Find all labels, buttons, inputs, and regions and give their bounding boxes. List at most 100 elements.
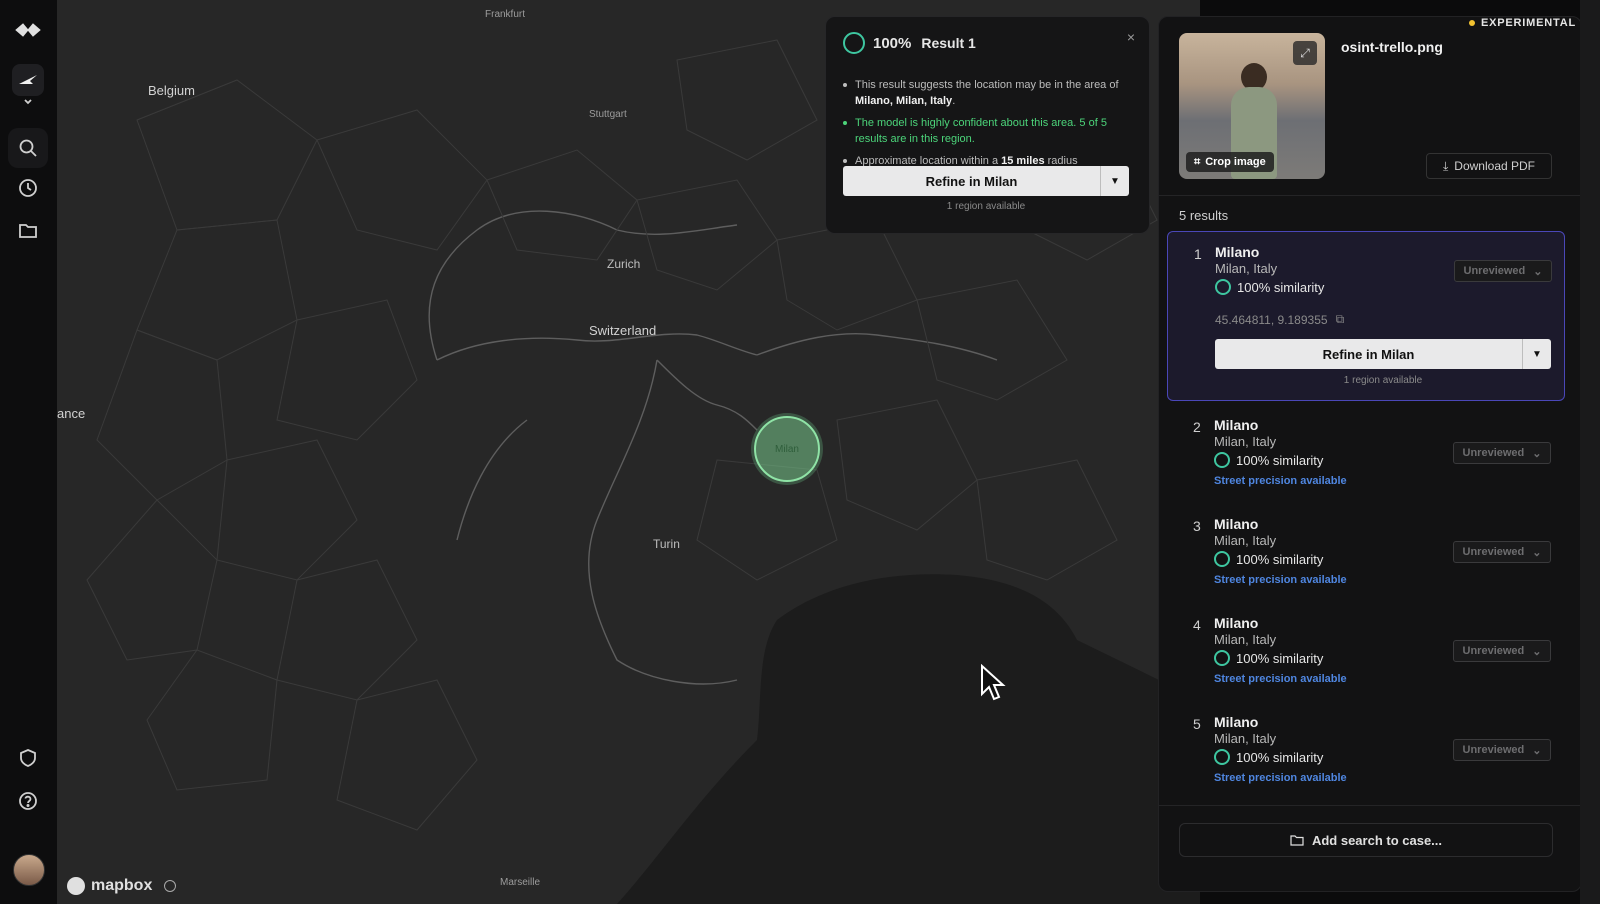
similarity-label: 100% similarity bbox=[1236, 650, 1324, 666]
image-filename: osint-trello.png bbox=[1341, 39, 1443, 55]
result-location: Milan, Italy bbox=[1215, 261, 1278, 276]
result-card-1[interactable]: 1 Milano Milan, Italy 100% similarity Un… bbox=[1167, 231, 1565, 401]
result-title: Milano bbox=[1215, 244, 1260, 260]
result-title: Milano bbox=[1214, 516, 1259, 532]
map-label-frankfurt: Frankfurt bbox=[485, 9, 526, 20]
result-similarity: 100% similarity bbox=[1214, 551, 1323, 567]
street-precision-link[interactable]: Street precision available bbox=[1214, 673, 1347, 685]
folder-icon[interactable] bbox=[14, 217, 42, 245]
app-logo-icon[interactable] bbox=[14, 16, 42, 44]
popup-header: 100% Result 1 bbox=[843, 32, 976, 54]
popup-refine-split-button: Refine in Milan ▼ bbox=[843, 166, 1129, 196]
map-label-zurich: Zurich bbox=[607, 257, 641, 271]
similarity-label: 100% similarity bbox=[1237, 279, 1325, 295]
similarity-label: 100% similarity bbox=[1236, 749, 1324, 765]
street-precision-link[interactable]: Street precision available bbox=[1214, 475, 1347, 487]
user-avatar[interactable] bbox=[13, 854, 45, 886]
experimental-label: EXPERIMENTAL bbox=[1481, 17, 1576, 29]
chevron-down-icon: ⌄ bbox=[1533, 265, 1543, 278]
expand-icon[interactable]: ⤢ bbox=[1293, 41, 1317, 65]
result-number: 3 bbox=[1193, 518, 1201, 534]
bullet-bold: Milano, Milan, Italy bbox=[855, 95, 953, 107]
refine-in-milan-button[interactable]: Refine in Milan bbox=[843, 166, 1100, 196]
shield-icon[interactable] bbox=[14, 744, 42, 772]
experimental-badge: EXPERIMENTAL bbox=[1469, 17, 1576, 29]
result-card-5[interactable]: 5 Milano Milan, Italy 100% similarity St… bbox=[1167, 702, 1563, 798]
divider bbox=[1159, 195, 1581, 196]
mapbox-logo-icon bbox=[67, 877, 85, 895]
left-nav-rail bbox=[0, 0, 58, 904]
crop-label: Crop image bbox=[1205, 156, 1266, 168]
result-card-3[interactable]: 3 Milano Milan, Italy 100% similarity St… bbox=[1167, 504, 1563, 600]
result-similarity: 100% similarity bbox=[1214, 650, 1323, 666]
result-number: 4 bbox=[1193, 617, 1201, 633]
bullet-text: . bbox=[952, 95, 956, 107]
help-icon[interactable] bbox=[14, 787, 42, 815]
result-title: Milano bbox=[1214, 714, 1259, 730]
review-status-dropdown[interactable]: Unreviewed ⌄ bbox=[1453, 739, 1551, 761]
status-label: Unreviewed bbox=[1462, 447, 1525, 459]
result-card-4[interactable]: 4 Milano Milan, Italy 100% similarity St… bbox=[1167, 603, 1563, 699]
chevron-down-icon: ⌄ bbox=[1532, 447, 1542, 460]
workspace-switcher[interactable] bbox=[12, 64, 44, 96]
chevron-down-icon: ⌄ bbox=[1532, 744, 1542, 757]
mapbox-attribution[interactable]: mapbox bbox=[67, 877, 177, 895]
refine-in-milan-button[interactable]: Refine in Milan bbox=[1215, 339, 1522, 369]
milan-location-marker[interactable]: Milan bbox=[754, 416, 820, 482]
result-similarity: 100% similarity bbox=[1214, 749, 1323, 765]
review-status-dropdown[interactable]: Unreviewed ⌄ bbox=[1453, 640, 1551, 662]
map-label-stuttgart: Stuttgart bbox=[589, 109, 627, 120]
close-icon[interactable]: × bbox=[1127, 29, 1135, 45]
review-status-dropdown[interactable]: Unreviewed ⌄ bbox=[1453, 442, 1551, 464]
status-label: Unreviewed bbox=[1462, 744, 1525, 756]
status-label: Unreviewed bbox=[1462, 645, 1525, 657]
download-icon: ⤓ bbox=[1442, 158, 1449, 173]
history-clock-icon[interactable] bbox=[14, 174, 42, 202]
similarity-ring-icon bbox=[1214, 650, 1230, 666]
result-location: Milan, Italy bbox=[1214, 632, 1277, 647]
similarity-label: 100% similarity bbox=[1236, 551, 1324, 567]
status-dot-icon bbox=[1469, 20, 1475, 26]
right-edge-strip bbox=[1580, 0, 1600, 904]
similarity-label: 100% similarity bbox=[1236, 452, 1324, 468]
copy-icon[interactable]: ⧉ bbox=[1336, 312, 1345, 327]
result-card-2[interactable]: 2 Milano Milan, Italy 100% similarity St… bbox=[1167, 405, 1563, 501]
result-number: 2 bbox=[1193, 419, 1201, 435]
map-label-turin: Turin bbox=[653, 537, 680, 551]
chevron-down-icon[interactable]: ▼ bbox=[1522, 339, 1551, 369]
chevron-down-icon[interactable]: ▼ bbox=[1100, 166, 1129, 196]
chevron-down-icon: ⌄ bbox=[1532, 546, 1542, 559]
status-label: Unreviewed bbox=[1463, 265, 1526, 277]
map-label-switzerland: Switzerland bbox=[589, 323, 657, 338]
popup-percent: 100% bbox=[873, 34, 912, 52]
crop-image-button[interactable]: ⌗ Crop image bbox=[1186, 152, 1274, 172]
crop-icon: ⌗ bbox=[1194, 155, 1201, 168]
map-label-belgium: Belgium bbox=[148, 83, 195, 98]
chevron-down-icon[interactable] bbox=[14, 96, 42, 108]
result-location: Milan, Italy bbox=[1214, 731, 1277, 746]
similarity-ring-icon bbox=[1214, 452, 1230, 468]
result-summary-popup: 100% Result 1 × This result suggests the… bbox=[825, 16, 1150, 234]
similarity-ring-icon bbox=[1214, 551, 1230, 567]
add-case-label: Add search to case... bbox=[1311, 832, 1443, 848]
query-image-thumbnail[interactable]: ⤢ ⌗ Crop image bbox=[1179, 33, 1325, 179]
result-similarity: 100% similarity bbox=[1215, 279, 1324, 295]
popup-title: Result 1 bbox=[921, 35, 976, 51]
result-refine-split-button: Refine in Milan ▼ bbox=[1215, 339, 1551, 369]
add-search-to-case-button[interactable]: Add search to case... bbox=[1179, 823, 1553, 857]
coords-text: 45.464811, 9.189355 bbox=[1215, 312, 1328, 327]
result-coordinates: 45.464811, 9.189355 ⧉ bbox=[1215, 312, 1344, 327]
confidence-ring-icon bbox=[843, 32, 865, 54]
download-pdf-button[interactable]: ⤓ Download PDF bbox=[1426, 153, 1552, 179]
region-available-note: 1 region available bbox=[946, 201, 1026, 212]
folder-icon bbox=[1290, 835, 1304, 846]
street-precision-link[interactable]: Street precision available bbox=[1214, 772, 1347, 784]
street-precision-link[interactable]: Street precision available bbox=[1214, 574, 1347, 586]
review-status-dropdown[interactable]: Unreviewed ⌄ bbox=[1453, 541, 1551, 563]
result-title: Milano bbox=[1214, 615, 1259, 631]
milan-marker-label: Milan bbox=[775, 443, 799, 455]
review-status-dropdown[interactable]: Unreviewed ⌄ bbox=[1454, 260, 1552, 282]
search-icon[interactable] bbox=[14, 134, 42, 162]
bullet-text: This result suggests the location may be… bbox=[855, 79, 1119, 91]
info-icon[interactable] bbox=[164, 880, 177, 892]
